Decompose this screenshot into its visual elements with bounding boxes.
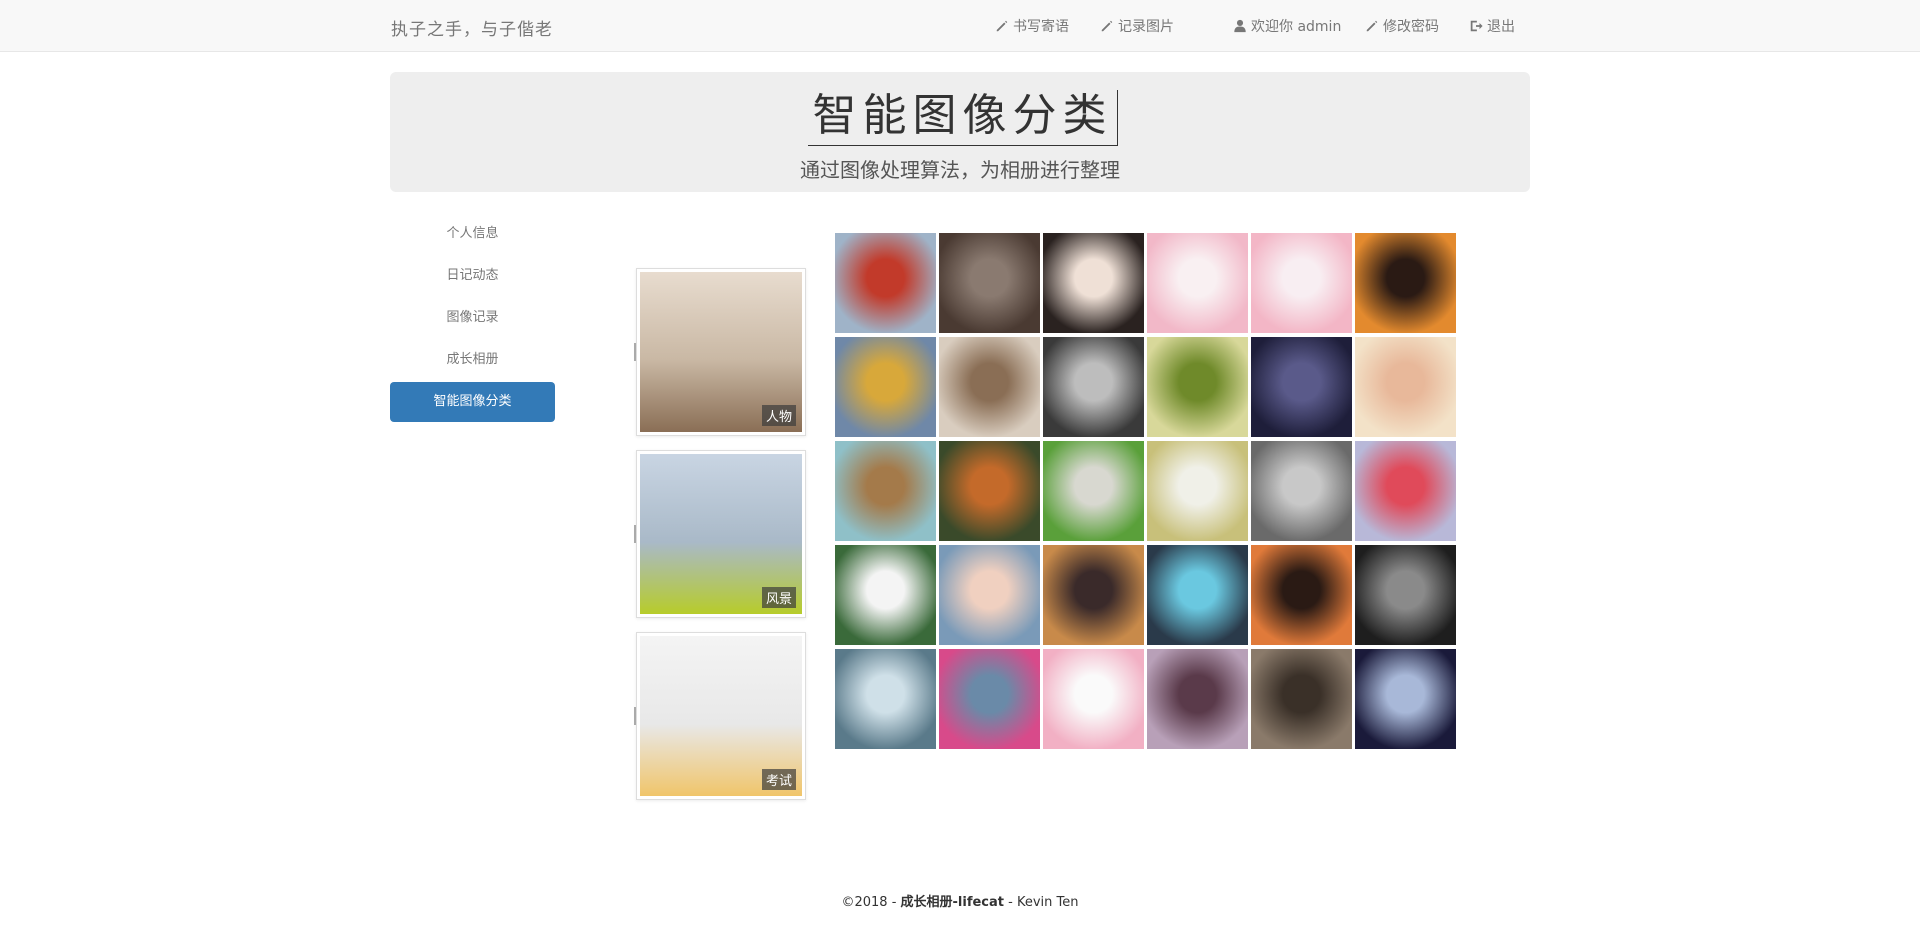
category-label: 考试 xyxy=(761,769,796,790)
navbar: 执子之手，与子偕老 书写寄语 记录图片 欢迎你 admin 修改密码 退出 xyxy=(0,0,1920,52)
gallery-thumbnail[interactable] xyxy=(835,545,936,645)
footer: ©2018 - 成长相册-lifecat - Kevin Ten xyxy=(0,891,1920,910)
nav-logout-label: 退出 xyxy=(1487,19,1515,35)
gallery-thumbnail[interactable] xyxy=(939,649,1040,749)
category-image-people: 人物 xyxy=(640,272,802,432)
footer-author: - Kevin Ten xyxy=(1004,895,1079,910)
gallery-thumbnail[interactable] xyxy=(835,337,936,437)
page-subtitle: 通过图像处理算法，为相册进行整理 xyxy=(800,158,1120,182)
nav-write-message-label: 书写寄语 xyxy=(1013,19,1069,35)
nav-write-message[interactable]: 书写寄语 xyxy=(995,16,1069,36)
gallery-thumbnail[interactable] xyxy=(1147,337,1248,437)
footer-site-name: 成长相册-lifecat xyxy=(900,895,1005,910)
gallery-thumbnail[interactable] xyxy=(1147,233,1248,333)
sidebar-item-diary[interactable]: 日记动态 xyxy=(390,256,555,296)
gallery-thumbnail[interactable] xyxy=(1251,441,1352,541)
gallery-thumbnail[interactable] xyxy=(1251,233,1352,333)
gallery-thumbnail[interactable] xyxy=(1043,441,1144,541)
category-image-exam: 考试 xyxy=(640,636,802,796)
user-icon xyxy=(1234,19,1246,33)
sidebar-item-profile[interactable]: 个人信息 xyxy=(390,214,555,254)
nav-change-password-label: 修改密码 xyxy=(1383,19,1439,35)
page-title: 智能图像分类 xyxy=(808,90,1118,146)
gallery-thumbnail[interactable] xyxy=(1251,545,1352,645)
gallery-thumbnail[interactable] xyxy=(1043,649,1144,749)
gallery-thumbnail[interactable] xyxy=(835,441,936,541)
nav-record-photo[interactable]: 记录图片 xyxy=(1100,16,1174,36)
gallery-thumbnail[interactable] xyxy=(1355,441,1456,541)
gallery-thumbnail[interactable] xyxy=(1043,233,1144,333)
card-edge-marker xyxy=(634,707,636,725)
gallery-thumbnail[interactable] xyxy=(939,545,1040,645)
footer-copyright: ©2018 - xyxy=(841,895,901,910)
nav-logout[interactable]: 退出 xyxy=(1469,16,1515,36)
nav-record-photo-label: 记录图片 xyxy=(1118,19,1174,35)
category-image-landscape: 风景 xyxy=(640,454,802,614)
gallery-thumbnail[interactable] xyxy=(835,649,936,749)
card-edge-marker xyxy=(634,525,636,543)
brand-title[interactable]: 执子之手，与子偕老 xyxy=(391,15,553,40)
category-card-exam[interactable]: 考试 xyxy=(634,632,806,800)
gallery-thumbnail[interactable] xyxy=(1355,233,1456,333)
gallery-thumbnail[interactable] xyxy=(1147,649,1248,749)
pencil-icon xyxy=(1366,20,1378,32)
pencil-icon xyxy=(1101,20,1113,32)
gallery-thumbnail[interactable] xyxy=(939,233,1040,333)
gallery-thumbnail[interactable] xyxy=(1147,545,1248,645)
nav-change-password[interactable]: 修改密码 xyxy=(1365,16,1439,36)
category-label: 风景 xyxy=(761,587,796,608)
category-card-people[interactable]: 人物 xyxy=(634,268,806,436)
sidebar-item-growth-album[interactable]: 成长相册 xyxy=(390,340,555,380)
nav-user[interactable]: 欢迎你 admin xyxy=(1233,16,1341,36)
category-label: 人物 xyxy=(761,405,796,426)
gallery-thumbnail[interactable] xyxy=(1251,337,1352,437)
pencil-icon xyxy=(996,20,1008,32)
card-edge-marker xyxy=(634,343,636,361)
jumbotron: 智能图像分类 通过图像处理算法，为相册进行整理 xyxy=(390,72,1530,192)
gallery-thumbnail[interactable] xyxy=(835,233,936,333)
logout-icon xyxy=(1470,20,1483,32)
nav-user-label: 欢迎你 admin xyxy=(1251,19,1342,35)
sidebar-nav: 个人信息 日记动态 图像记录 成长相册 智能图像分类 xyxy=(390,214,555,424)
gallery-thumbnail[interactable] xyxy=(1251,649,1352,749)
gallery-thumbnail[interactable] xyxy=(1147,441,1248,541)
sidebar-item-smart-classification[interactable]: 智能图像分类 xyxy=(390,382,555,422)
sidebar-item-image-records[interactable]: 图像记录 xyxy=(390,298,555,338)
gallery-thumbnail[interactable] xyxy=(1355,337,1456,437)
gallery-thumbnail[interactable] xyxy=(1355,649,1456,749)
gallery-thumbnail[interactable] xyxy=(1355,545,1456,645)
gallery-thumbnail[interactable] xyxy=(1043,545,1144,645)
gallery-thumbnail[interactable] xyxy=(939,441,1040,541)
gallery-thumbnail[interactable] xyxy=(1043,337,1144,437)
category-card-landscape[interactable]: 风景 xyxy=(634,450,806,618)
gallery-thumbnail[interactable] xyxy=(939,337,1040,437)
photo-gallery xyxy=(835,233,1456,750)
